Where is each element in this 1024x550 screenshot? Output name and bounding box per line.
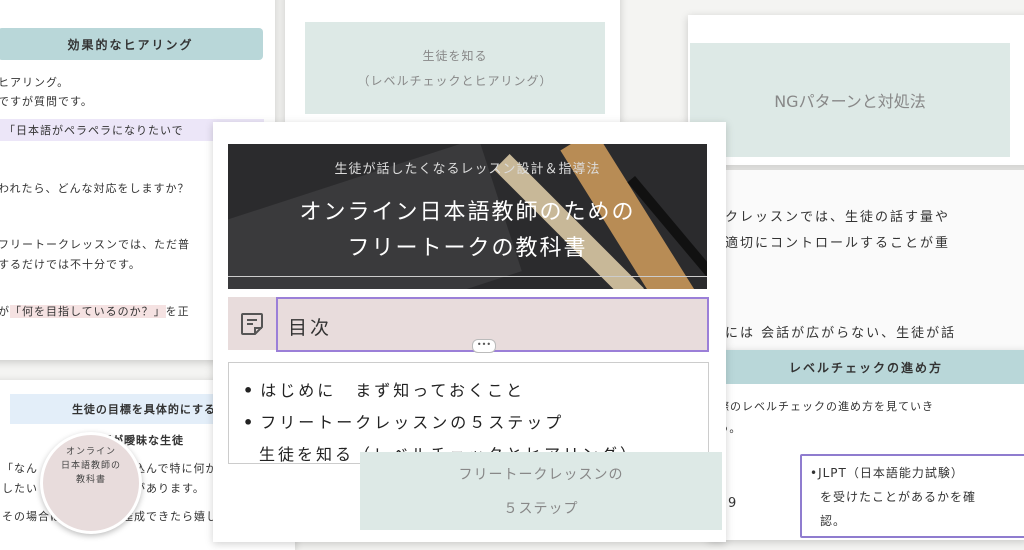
note-icon — [228, 297, 276, 350]
check-item-box: •JLPT（日本語能力試験） を受けたことがあるかを確 認。 — [800, 454, 1024, 538]
right-top-card: NGパターンと対処法 — [688, 15, 1024, 165]
text-line: するだけでは不十分です。 — [0, 258, 141, 271]
bottom-center-card: フリートークレッスンの ５ステップ — [360, 452, 722, 530]
highlight-text: 「何を目指しているのか？」 — [10, 305, 166, 318]
box-line: フリートークレッスンの — [458, 467, 624, 483]
toc-list: •はじめに まず知っておくこと •フリートークレッスンの５ステップ 生徒を知る（… — [228, 362, 709, 464]
text-line-highlight: が「何を目指しているのか？」を正 — [0, 305, 190, 318]
text-line: ークレッスンでは、生徒の話す量や — [710, 210, 951, 225]
check-item: を受けたことがあるかを確 — [820, 490, 977, 504]
toc-header[interactable]: 目次 ••• — [228, 297, 709, 353]
toc-title: 目次 — [288, 317, 333, 339]
top-center-card: 生徒を知る （レベルチェックとヒアリング） — [285, 0, 620, 125]
cover-title: フリートークの教科書 — [347, 236, 588, 261]
cover-image: 生徒が話したくなるレッスン設計＆指導法 オンライン日本語教師のための フリートー… — [228, 144, 707, 289]
text-line: 時には 会話が広がらない、生徒が話 — [710, 326, 957, 341]
logo-stamp: オンライン 日本語教師の 教科書 — [40, 432, 142, 534]
text-line: フリートークレッスンでは、ただ普 — [0, 238, 190, 251]
cover-title: オンライン日本語教師のための — [299, 200, 636, 225]
right-middle-card: ークレッスンでは、生徒の話す量や を適切にコントロールすることが重 時には 会話… — [700, 170, 1024, 350]
check-item: 認。 — [820, 514, 847, 528]
toc-item[interactable]: • はじめに まず知っておくこと — [243, 377, 525, 401]
box-line: ５ステップ — [503, 501, 579, 517]
more-options-button[interactable]: ••• — [472, 339, 496, 353]
toc-item[interactable]: • フリートークレッスンの５ステップ — [243, 409, 564, 433]
cover-subtitle: 生徒が話したくなるレッスン設計＆指導法 — [334, 162, 601, 177]
text-line: 9 — [728, 496, 738, 511]
text-line: われたら、どんな対応をしますか？ — [0, 182, 190, 195]
section-box: 生徒を知る （レベルチェックとヒアリング） — [305, 22, 605, 114]
box-line: 生徒を知る — [422, 49, 488, 63]
right-bottom-card: レベルチェックの進め方 際のレベルチェックの進め方を見ていき う。 9 •JLP… — [708, 350, 1024, 540]
text-line: 際のレベルチェックの進め方を見ていき — [718, 400, 934, 413]
text-line: を適切にコントロールすることが重 — [710, 236, 951, 251]
divider — [228, 276, 707, 277]
check-item: •JLPT（日本語能力試験） — [810, 466, 964, 480]
section-box: NGパターンと対処法 — [690, 43, 1010, 157]
section-header: 効果的なヒアリング — [0, 28, 263, 60]
box-line: （レベルチェックとヒアリング） — [357, 74, 553, 88]
stamp-text: オンライン 日本語教師の 教科書 — [60, 447, 121, 485]
section-header: レベルチェックの進め方 — [708, 350, 1024, 384]
text-line: ヒアリング。 — [0, 76, 70, 89]
text-line: ですが質問です。 — [0, 95, 93, 108]
